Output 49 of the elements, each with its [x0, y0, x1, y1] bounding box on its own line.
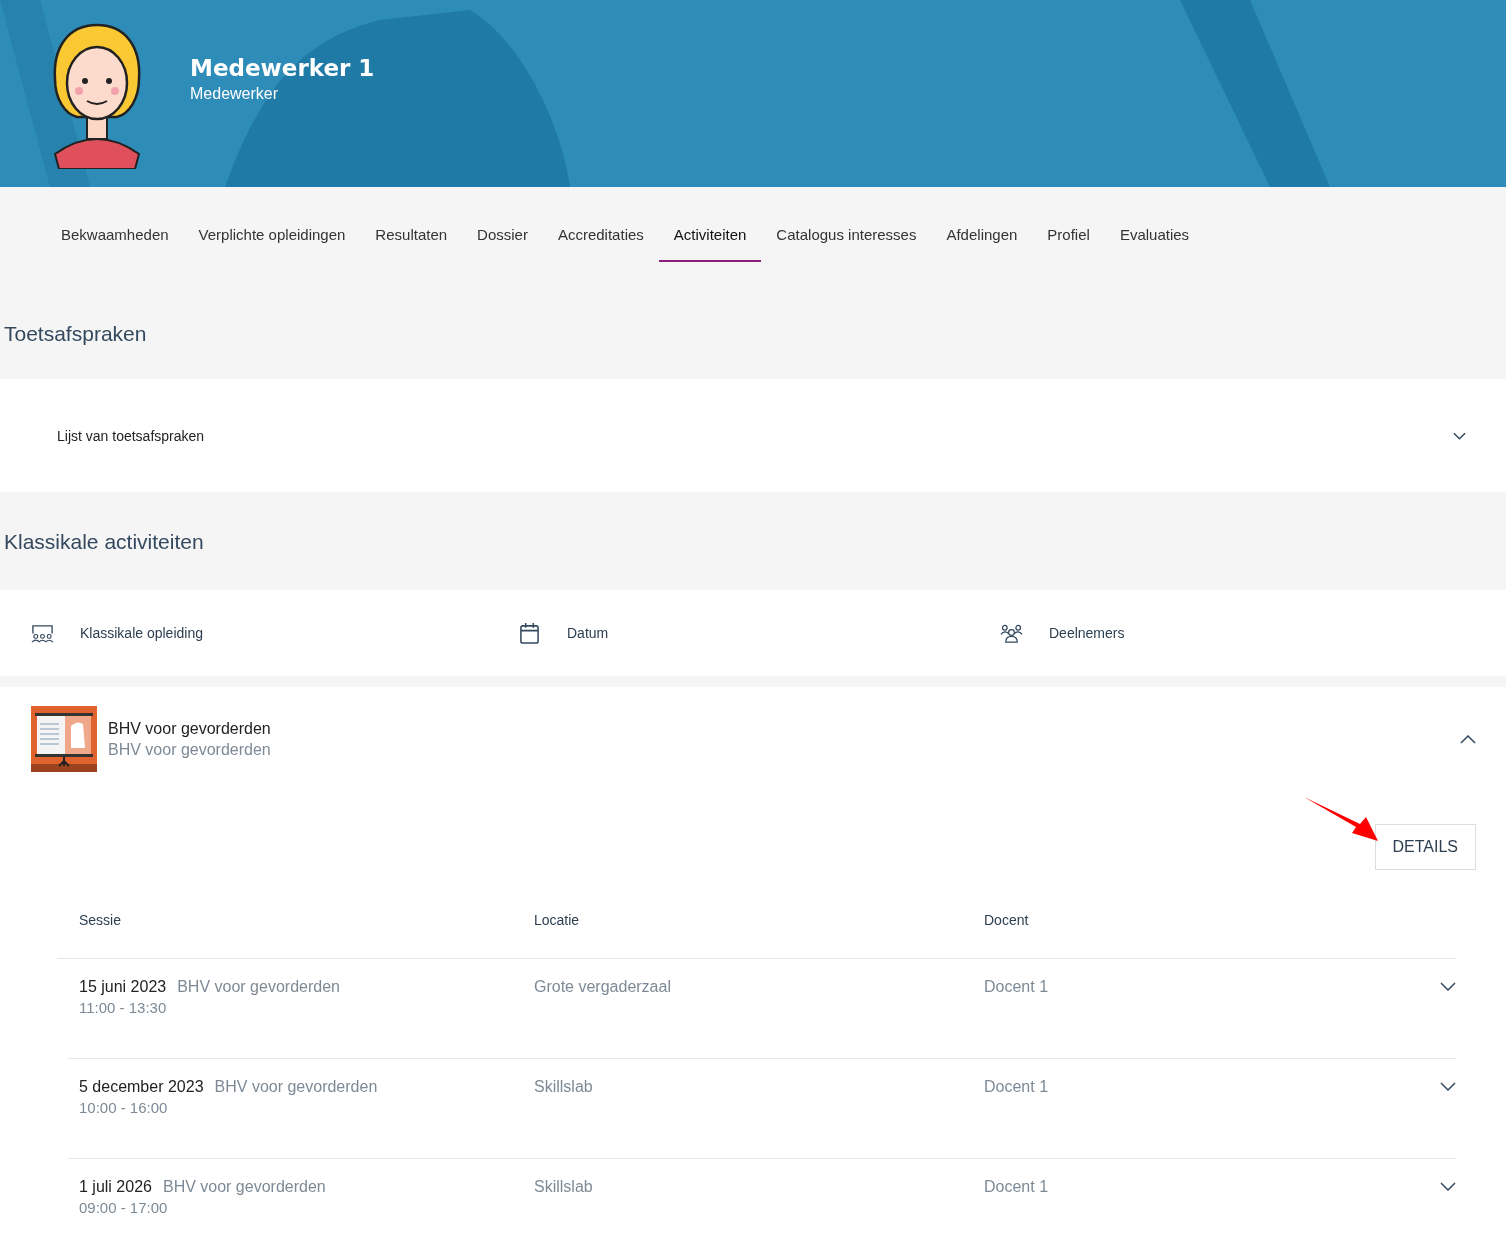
tab[interactable]: Evaluaties — [1104, 207, 1205, 262]
column-heading: Datum — [567, 625, 609, 641]
people-icon — [1000, 622, 1023, 644]
session-time: 10:00 - 16:00 — [79, 1099, 169, 1116]
session-date: 5 december 2023 — [79, 1078, 204, 1096]
tab[interactable]: Accreditaties — [542, 207, 659, 262]
accordion-panel[interactable]: Lijst van toetsafspraken — [0, 379, 1506, 492]
column-heading: Klassikale opleiding — [80, 625, 203, 641]
session-time: 09:00 - 17:00 — [79, 1199, 169, 1216]
session-date: 1 juli 2026 — [79, 1178, 152, 1196]
chevron-icon[interactable] — [1440, 982, 1456, 991]
column-heading: Deelnemers — [1049, 625, 1125, 641]
session-time: 11:00 - 13:30 — [79, 999, 168, 1016]
tab[interactable]: Profiel — [1032, 207, 1105, 262]
activity-title: BHV voor gevorderden — [108, 719, 272, 738]
column-heading: Sessie — [79, 912, 123, 928]
details-button[interactable]: DETAILS — [1374, 824, 1476, 870]
chevron-icon[interactable] — [1440, 1082, 1456, 1091]
presentation-thumbnail — [31, 706, 97, 772]
calendar-icon — [518, 622, 541, 644]
employee-role: Medewerker — [190, 84, 280, 103]
section-title: Klassikale activiteiten — [3, 529, 205, 555]
session-location: Skillslab — [534, 1178, 593, 1195]
chevron-icon[interactable] — [1453, 431, 1466, 440]
classroom-icon — [31, 622, 54, 644]
session-name: BHV voor gevorderden — [214, 1078, 378, 1096]
tab[interactable]: Dossier — [462, 207, 543, 262]
column-heading: Locatie — [534, 912, 581, 928]
tab[interactable]: Catalogus interesses — [761, 207, 932, 262]
employee-name: Medewerker 1 — [190, 54, 375, 81]
tab[interactable]: Activiteiten — [658, 207, 762, 262]
session-date: 15 juni 2023 — [79, 978, 167, 996]
panel-title: Lijst van toetsafspraken — [57, 427, 205, 444]
activity-subtitle: BHV voor gevorderden — [108, 740, 272, 759]
tab[interactable]: Resultaten — [360, 207, 463, 262]
column-heading: Docent — [984, 912, 1030, 928]
tab[interactable]: Bekwaamheden — [46, 207, 184, 262]
session-name: BHV voor gevorderden — [177, 978, 340, 996]
chevron-icon[interactable] — [1460, 734, 1476, 744]
session-name: BHV voor gevorderden — [162, 1178, 326, 1196]
session-teacher: Docent 1 — [984, 978, 1049, 995]
session-teacher: Docent 1 — [984, 1178, 1049, 1195]
chevron-icon[interactable] — [1440, 1182, 1456, 1191]
tab[interactable]: Verplichte opleidingen — [183, 207, 361, 262]
section-title: Toetsafspraken — [3, 321, 148, 347]
tab[interactable]: Afdelingen — [931, 207, 1033, 262]
session-location: Grote vergaderzaal — [534, 978, 671, 995]
session-location: Skillslab — [534, 1078, 593, 1095]
session-teacher: Docent 1 — [984, 1078, 1049, 1095]
